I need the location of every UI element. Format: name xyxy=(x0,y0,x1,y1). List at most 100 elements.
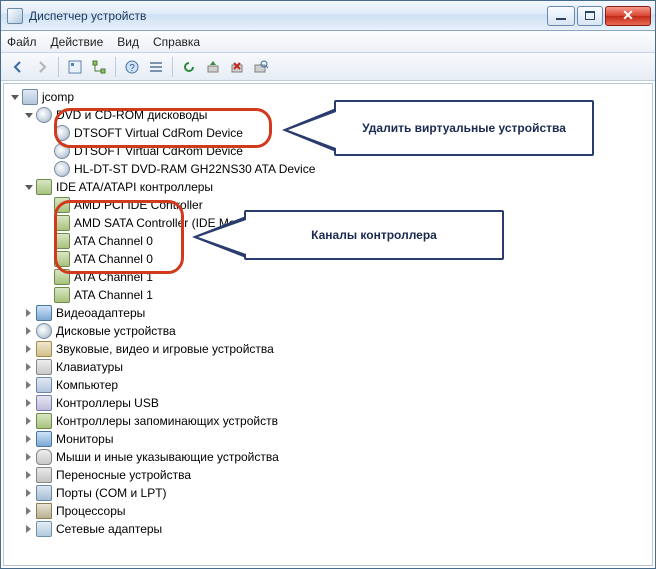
expander-icon[interactable] xyxy=(22,397,34,409)
ctrl-icon xyxy=(54,215,70,231)
titlebar[interactable]: Диспетчер устройств ✕ xyxy=(1,1,655,31)
computer-icon xyxy=(22,89,38,105)
node-label: Компьютер xyxy=(56,376,118,394)
expander-icon[interactable] xyxy=(22,325,34,337)
menu-view[interactable]: Вид xyxy=(117,35,139,49)
minimize-button[interactable] xyxy=(547,6,575,26)
help-icon[interactable]: ? xyxy=(121,56,143,78)
refresh-icon[interactable] xyxy=(178,56,200,78)
svg-text:?: ? xyxy=(129,63,135,74)
expander-icon[interactable] xyxy=(8,91,20,103)
close-button[interactable]: ✕ xyxy=(605,6,651,26)
tree-category[interactable]: Сетевые адаптеры xyxy=(8,520,652,538)
ctrl-icon xyxy=(54,287,70,303)
disc-icon xyxy=(54,161,70,177)
tree-icon[interactable] xyxy=(88,56,110,78)
node-label: DTSOFT Virtual CdRom Device xyxy=(74,142,243,160)
expander-icon[interactable] xyxy=(22,487,34,499)
callout-controller-channels: Каналы контроллера xyxy=(244,210,504,260)
snd-icon xyxy=(36,341,52,357)
uninstall-icon[interactable] xyxy=(226,56,248,78)
disc-icon xyxy=(36,107,52,123)
tree-category[interactable]: IDE ATA/ATAPI контроллеры xyxy=(8,178,652,196)
ctrl-icon xyxy=(54,233,70,249)
tree-pane: Удалить виртуальные устройства Каналы ко… xyxy=(3,83,653,566)
forward-icon[interactable] xyxy=(31,56,53,78)
tree-category[interactable]: Порты (COM и LPT) xyxy=(8,484,652,502)
node-label: jcomp xyxy=(42,88,74,106)
node-label: Видеоадаптеры xyxy=(56,304,145,322)
tree-device[interactable]: ATA Channel 1 xyxy=(8,286,652,304)
expander-icon[interactable] xyxy=(22,181,34,193)
ctrl-icon xyxy=(54,251,70,267)
tree-category[interactable]: Контроллеры USB xyxy=(8,394,652,412)
expander-icon[interactable] xyxy=(22,361,34,373)
expander-icon[interactable] xyxy=(22,109,34,121)
menu-file[interactable]: Файл xyxy=(7,35,37,49)
disc-icon xyxy=(36,323,52,339)
window-controls: ✕ xyxy=(545,6,651,26)
node-label: Порты (COM и LPT) xyxy=(56,484,167,502)
ctrl-icon xyxy=(36,179,52,195)
kb-icon xyxy=(36,359,52,375)
update-driver-icon[interactable] xyxy=(202,56,224,78)
tree-category[interactable]: Мыши и иные указывающие устройства xyxy=(8,448,652,466)
tree-category[interactable]: Компьютер xyxy=(8,376,652,394)
maximize-button[interactable] xyxy=(577,6,603,26)
tree-category[interactable]: Видеоадаптеры xyxy=(8,304,652,322)
tree-category[interactable]: Процессоры xyxy=(8,502,652,520)
properties-icon[interactable] xyxy=(64,56,86,78)
usb-icon xyxy=(36,395,52,411)
tree-category[interactable]: Мониторы xyxy=(8,430,652,448)
ctrl-icon xyxy=(54,269,70,285)
disc-icon xyxy=(54,143,70,159)
menu-help[interactable]: Справка xyxy=(153,35,200,49)
node-label: AMD PCI IDE Controller xyxy=(74,196,203,214)
dev-icon xyxy=(36,467,52,483)
callout-text: Каналы контроллера xyxy=(311,226,437,244)
expander-icon[interactable] xyxy=(22,343,34,355)
node-label: Контроллеры USB xyxy=(56,394,159,412)
ctrl-icon xyxy=(54,197,70,213)
menu-action[interactable]: Действие xyxy=(51,35,104,49)
window-title: Диспетчер устройств xyxy=(29,9,146,23)
net-icon xyxy=(36,521,52,537)
tree-device[interactable]: ATA Channel 1 xyxy=(8,268,652,286)
node-label: DTSOFT Virtual CdRom Device xyxy=(74,124,243,142)
node-label: ATA Channel 0 xyxy=(74,232,153,250)
expander-icon[interactable] xyxy=(22,379,34,391)
node-label: Сетевые адаптеры xyxy=(56,520,162,538)
tree-category[interactable]: Звуковые, видео и игровые устройства xyxy=(8,340,652,358)
callout-remove-virtual: Удалить виртуальные устройства xyxy=(334,100,594,156)
tree-category[interactable]: Переносные устройства xyxy=(8,466,652,484)
mouse-icon xyxy=(36,449,52,465)
toolbar: ? xyxy=(1,53,655,81)
expander-icon[interactable] xyxy=(22,523,34,535)
callout-text: Удалить виртуальные устройства xyxy=(362,119,566,137)
node-label: Звуковые, видео и игровые устройства xyxy=(56,340,274,358)
mon-icon xyxy=(36,431,52,447)
details-icon[interactable] xyxy=(145,56,167,78)
tree-category[interactable]: Контроллеры запоминающих устройств xyxy=(8,412,652,430)
ctrl-icon xyxy=(36,413,52,429)
expander-icon[interactable] xyxy=(22,307,34,319)
scan-hardware-icon[interactable] xyxy=(250,56,272,78)
comp-icon xyxy=(36,377,52,393)
node-label: ATA Channel 0 xyxy=(74,250,153,268)
back-icon[interactable] xyxy=(7,56,29,78)
mon-icon xyxy=(36,305,52,321)
node-label: ATA Channel 1 xyxy=(74,268,153,286)
expander-icon[interactable] xyxy=(22,505,34,517)
expander-icon[interactable] xyxy=(22,451,34,463)
app-icon xyxy=(7,8,23,24)
tree-device[interactable]: HL-DT-ST DVD-RAM GH22NS30 ATA Device xyxy=(8,160,652,178)
device-tree[interactable]: Удалить виртуальные устройства Каналы ко… xyxy=(4,84,652,565)
node-label: Клавиатуры xyxy=(56,358,123,376)
tree-category[interactable]: Клавиатуры xyxy=(8,358,652,376)
expander-icon[interactable] xyxy=(22,469,34,481)
node-label: HL-DT-ST DVD-RAM GH22NS30 ATA Device xyxy=(74,160,315,178)
expander-icon[interactable] xyxy=(22,433,34,445)
expander-icon[interactable] xyxy=(22,415,34,427)
tree-category[interactable]: Дисковые устройства xyxy=(8,322,652,340)
device-manager-window: Диспетчер устройств ✕ Файл Действие Вид … xyxy=(0,0,656,569)
